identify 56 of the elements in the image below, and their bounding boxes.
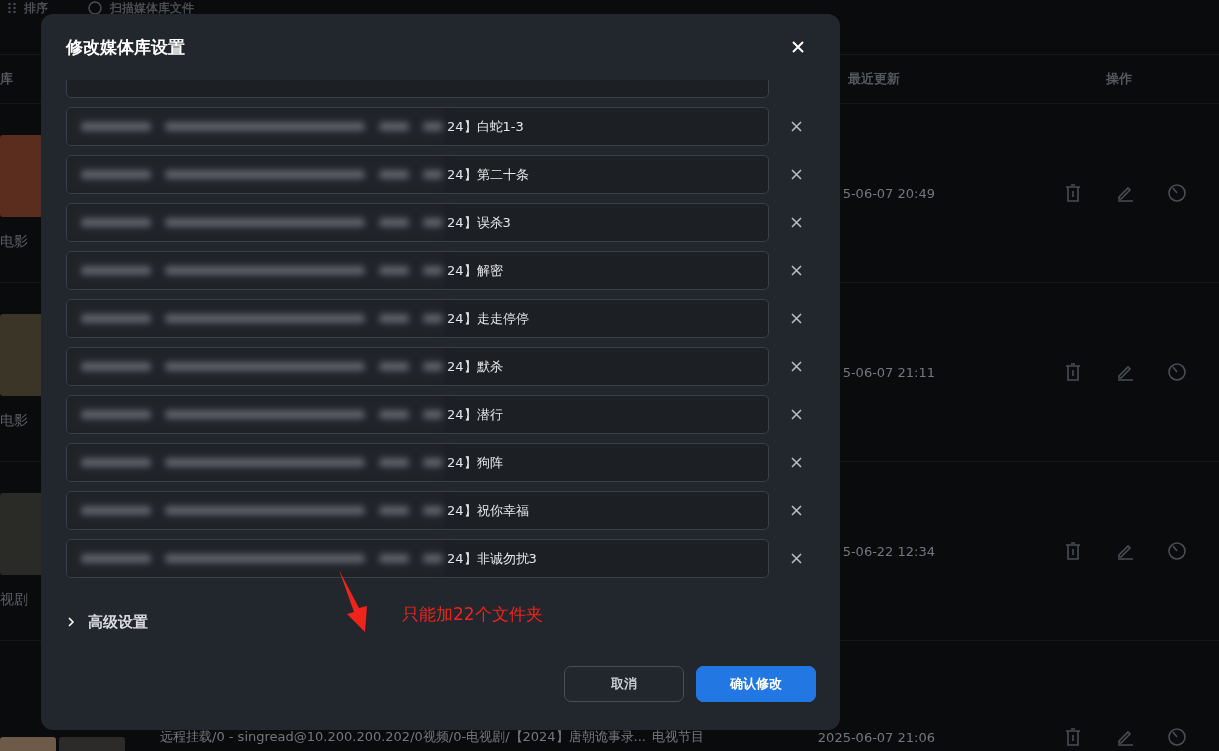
close-icon [790, 265, 802, 276]
input-field[interactable]: 24】解密 [66, 251, 769, 290]
clock-icon [88, 1, 102, 15]
timer-icon [1167, 183, 1187, 203]
table-cell-text: 远程挂载/0 - singread@10.200.200.202/0视频/0-电视剧/【2024】唐朝诡事录... [159, 728, 646, 746]
scan-button[interactable] [1167, 541, 1187, 561]
input-field[interactable]: 24】误杀3 [66, 203, 769, 242]
close-icon [790, 121, 802, 132]
input-field[interactable]: 24】第二十条 [66, 155, 769, 194]
input-field[interactable]: 24】非诚勿扰3 [66, 539, 769, 578]
close-icon [792, 41, 804, 53]
input-field[interactable]: 24】走走停停 [66, 299, 769, 338]
table-cell-text: 5-06-07 20:49 [842, 185, 936, 201]
confirm-button[interactable]: 确认修改 [696, 666, 816, 702]
table-cell-text: 5-06-07 21:11 [842, 364, 936, 380]
delete-button[interactable] [1063, 541, 1083, 561]
library-name: 视剧 [0, 591, 29, 609]
trash-icon [1063, 541, 1083, 561]
close-icon [790, 217, 802, 228]
close-icon [790, 457, 802, 468]
timer-icon [1167, 727, 1187, 747]
annotation-text: 只能加22个文件夹 [402, 603, 543, 626]
table-cell-text: 2025-06-07 21:06 [817, 728, 936, 745]
close-icon [790, 169, 802, 180]
table-cell-text: 5-06-22 12:34 [842, 543, 936, 559]
scan-button[interactable] [1167, 362, 1187, 382]
trash-icon [1063, 183, 1083, 203]
trash-icon [1063, 362, 1083, 382]
delete-button[interactable] [1063, 727, 1083, 747]
input-field[interactable]: 24】默杀 [66, 347, 769, 386]
library-name: 电影 [0, 412, 29, 430]
trash-icon [1063, 727, 1083, 747]
input-field[interactable]: 24】潜行 [66, 395, 769, 434]
advanced-settings-toggle[interactable]: 高级设置 [66, 612, 148, 632]
input-field[interactable]: 24】狗阵 [66, 443, 769, 482]
scan-button[interactable] [1167, 727, 1187, 747]
cancel-button[interactable]: 取消 [564, 666, 684, 702]
timer-icon [1167, 541, 1187, 561]
close-icon [790, 361, 802, 372]
timer-icon [1167, 362, 1187, 382]
drag-dots-icon [8, 2, 16, 14]
close-icon [790, 553, 802, 564]
column-header: 操作 [1106, 70, 1133, 88]
close-icon [790, 409, 802, 420]
chevron-icon [66, 617, 76, 627]
delete-button[interactable] [1063, 362, 1083, 382]
close-icon [790, 505, 802, 516]
input-field[interactable]: 24】祝你幸福 [66, 491, 769, 530]
column-header: 最近更新 [848, 70, 901, 88]
column-header: 库 [0, 70, 13, 88]
input-field[interactable]: 24】白蛇1-3 [66, 107, 769, 146]
library-name: 电影 [0, 233, 29, 251]
scan-button[interactable] [1167, 183, 1187, 203]
delete-button[interactable] [1063, 183, 1083, 203]
dialog-title: 修改媒体库设置 [66, 35, 185, 59]
close-icon [790, 313, 802, 324]
